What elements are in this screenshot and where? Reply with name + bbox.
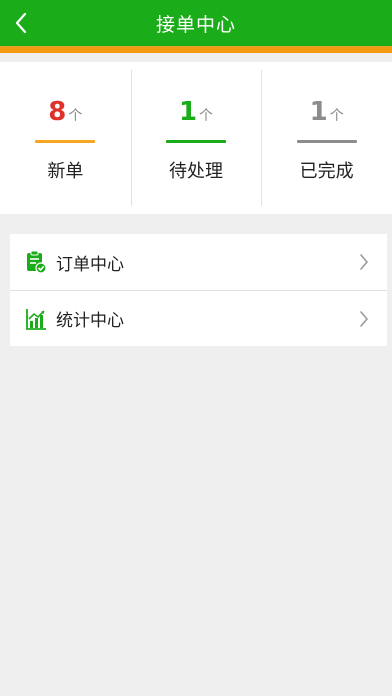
stat-count: 8 个 [48, 96, 82, 128]
menu-item-order-center[interactable]: 订单中心 [10, 234, 387, 290]
clipboard-check-icon [24, 250, 48, 274]
stat-label: 新单 [47, 161, 84, 182]
stat-count: 1 个 [179, 96, 213, 128]
menu-item-label: 统计中心 [56, 311, 124, 331]
stat-label: 已完成 [299, 161, 354, 182]
order-stats-panel: 8 个 新单 1 个 待处理 1 个 已完成 [0, 62, 392, 214]
menu-list: 订单中心 统计中心 [10, 234, 387, 346]
stat-completed-orders[interactable]: 1 个 已完成 [261, 62, 392, 214]
back-chevron-icon [15, 12, 27, 34]
header-accent-line [0, 46, 392, 53]
chevron-right-icon [360, 310, 368, 327]
stat-unit: 个 [199, 108, 214, 124]
stat-number: 1 [178, 97, 198, 127]
stat-underline [35, 140, 96, 143]
stat-number: 1 [309, 97, 328, 127]
stat-unit: 个 [329, 108, 344, 124]
stat-underline [296, 140, 357, 143]
app-header: 接单中心 [0, 0, 392, 46]
stat-count: 1 个 [310, 96, 344, 128]
stat-label: 待处理 [169, 161, 223, 182]
menu-item-statistics-center[interactable]: 统计中心 [10, 290, 387, 346]
chevron-right-icon [360, 254, 368, 270]
stat-underline [166, 140, 226, 143]
back-button[interactable] [6, 6, 36, 40]
bar-chart-icon [24, 307, 48, 331]
stat-pending-orders[interactable]: 1 个 待处理 [130, 62, 262, 214]
menu-item-label: 订单中心 [56, 254, 124, 275]
stat-new-orders[interactable]: 8 个 新单 [0, 62, 131, 214]
stat-number: 8 [48, 97, 67, 127]
stat-unit: 个 [68, 108, 83, 124]
page-title: 接单中心 [155, 13, 236, 36]
